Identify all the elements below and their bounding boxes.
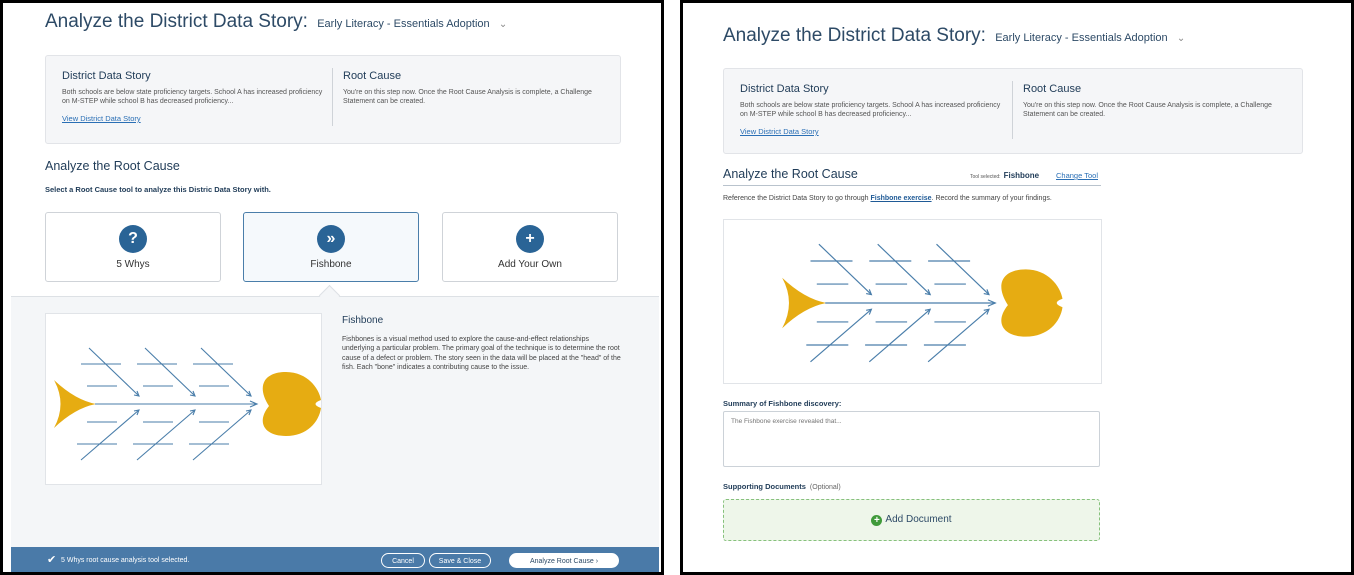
tool-card-add-your-own[interactable]: + Add Your Own bbox=[442, 212, 618, 282]
district-data-story-text: Both schools are below state proficiency… bbox=[62, 89, 323, 105]
district-data-story-text: Both schools are below state proficiency… bbox=[740, 102, 1001, 118]
supporting-documents-text: Supporting Documents bbox=[723, 482, 806, 491]
district-data-story-column: District Data Story Both schools are bel… bbox=[62, 70, 324, 123]
check-icon: ✔ bbox=[47, 554, 57, 566]
reference-text: Reference the District Data Story to go … bbox=[723, 195, 871, 202]
view-district-data-story-link[interactable]: View District Data Story bbox=[740, 127, 1002, 136]
tool-card-fishbone[interactable]: » Fishbone bbox=[243, 212, 419, 282]
fishbone-diagram bbox=[723, 219, 1102, 384]
tool-label: Add Your Own bbox=[498, 259, 562, 270]
reference-instructions: Reference the District Data Story to go … bbox=[723, 195, 1052, 202]
question-icon: ? bbox=[119, 225, 147, 253]
plan-selector[interactable]: Early Literacy - Essentials Adoption bbox=[995, 32, 1167, 44]
fish-tail bbox=[54, 380, 96, 428]
divider bbox=[332, 68, 333, 126]
district-data-story-heading: District Data Story bbox=[62, 70, 151, 82]
add-document-label: Add Document bbox=[885, 514, 952, 525]
plus-circle-icon: + bbox=[871, 515, 883, 526]
tool-prompt: Select a Root Cause tool to analyze this… bbox=[45, 185, 271, 194]
section-rule bbox=[723, 185, 1101, 186]
footer-status-text: 5 Whys root cause analysis tool selected… bbox=[61, 557, 190, 564]
change-tool-link[interactable]: Change Tool bbox=[1056, 171, 1098, 180]
page-title-text: Analyze the District Data Story: bbox=[45, 11, 308, 32]
fish-bones bbox=[806, 243, 997, 363]
chevron-down-icon[interactable]: ⌄ bbox=[499, 19, 507, 30]
root-cause-text: You're on this step now. Once the Root C… bbox=[343, 89, 592, 105]
tool-selected-label: Tool selected: bbox=[970, 174, 1001, 180]
tool-description-text: Fishbones is a visual method used to exp… bbox=[342, 336, 621, 371]
tool-selected-value: Fishbone bbox=[1003, 171, 1040, 180]
page-title: Analyze the District Data Story: Early L… bbox=[45, 11, 507, 33]
divider bbox=[1012, 81, 1013, 139]
summary-textarea[interactable] bbox=[723, 411, 1100, 467]
save-close-button[interactable]: Save & Close bbox=[429, 553, 491, 568]
fish-head bbox=[262, 372, 321, 436]
plan-selector[interactable]: Early Literacy - Essentials Adoption bbox=[317, 18, 489, 30]
page-title-text: Analyze the District Data Story: bbox=[723, 25, 986, 46]
tool-label: 5 Whys bbox=[116, 259, 150, 270]
data-story-summary: District Data Story Both schools are bel… bbox=[45, 55, 621, 144]
tool-selected-indicator: Tool selected: Fishbone bbox=[970, 171, 1039, 180]
cancel-button[interactable]: Cancel bbox=[381, 553, 425, 568]
section-title: Analyze the Root Cause bbox=[723, 167, 858, 181]
add-document-dropzone[interactable]: + Add Document bbox=[723, 499, 1100, 541]
page-title: Analyze the District Data Story: Early L… bbox=[723, 25, 1185, 47]
root-cause-column: Root Cause You're on this step now. Once… bbox=[343, 70, 605, 106]
tool-description-title: Fishbone bbox=[342, 315, 384, 326]
fishbone-exercise-link[interactable]: Fishbone exercise bbox=[870, 195, 931, 202]
tool-selection-panel: Analyze the District Data Story: Early L… bbox=[0, 0, 664, 575]
root-cause-heading: Root Cause bbox=[343, 70, 402, 82]
analyze-root-cause-button[interactable]: Analyze Root Cause › bbox=[509, 553, 619, 568]
view-district-data-story-link[interactable]: View District Data Story bbox=[62, 114, 324, 123]
reference-text-end: . Record the summary of your findings. bbox=[931, 195, 1052, 202]
tool-label: Fishbone bbox=[310, 259, 352, 270]
root-cause-heading: Root Cause bbox=[1023, 83, 1082, 95]
action-footer: ✔ 5 Whys root cause analysis tool select… bbox=[11, 547, 659, 572]
district-data-story-column: District Data Story Both schools are bel… bbox=[740, 83, 1002, 136]
fish-bones bbox=[77, 347, 259, 461]
district-data-story-heading: District Data Story bbox=[740, 83, 829, 95]
double-chevron-right-icon: » bbox=[317, 225, 345, 253]
tool-card-5-whys[interactable]: ? 5 Whys bbox=[45, 212, 221, 282]
summary-label: Summary of Fishbone discovery: bbox=[723, 399, 842, 408]
fish-head bbox=[1001, 269, 1063, 337]
root-cause-text: You're on this step now. Once the Root C… bbox=[1023, 102, 1272, 118]
data-story-summary: District Data Story Both schools are bel… bbox=[723, 68, 1303, 154]
supporting-documents-label: Supporting Documents (Optional) bbox=[723, 482, 841, 491]
fish-tail bbox=[782, 277, 827, 329]
optional-tag: (Optional) bbox=[809, 484, 841, 491]
fishbone-diagram bbox=[45, 313, 322, 485]
chevron-down-icon[interactable]: ⌄ bbox=[1177, 33, 1185, 44]
root-cause-column: Root Cause You're on this step now. Once… bbox=[1023, 83, 1285, 119]
plus-icon: + bbox=[516, 225, 544, 253]
fishbone-analysis-panel: Analyze the District Data Story: Early L… bbox=[680, 0, 1354, 575]
section-title: Analyze the Root Cause bbox=[45, 159, 180, 173]
